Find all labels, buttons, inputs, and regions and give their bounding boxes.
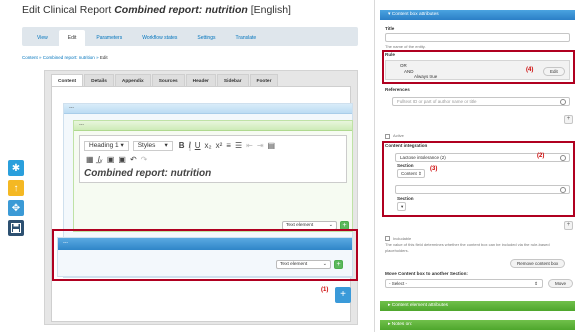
tab-workflow-states[interactable]: Workflow states xyxy=(133,30,186,46)
title-input[interactable] xyxy=(385,33,570,42)
bullet-list-icon[interactable]: ☰ xyxy=(235,141,242,151)
rich-text-editor[interactable]: Heading 1 ▾ Styles ▾ B I U x₂ x² ≡ ☰ ⇤ ⇥… xyxy=(79,135,347,183)
annotation-label-2: (2) xyxy=(537,153,545,159)
remove-format-icon[interactable]: I̲ₓ xyxy=(98,155,103,165)
rules-box: OR AND Always true (4) Edit xyxy=(385,60,570,80)
breadcrumb-current: Edit xyxy=(99,55,108,60)
breadcrumb-link-content[interactable]: Content xyxy=(22,55,38,60)
section-label-2: Section xyxy=(397,196,414,201)
redo-icon[interactable]: ↷ xyxy=(141,155,148,165)
underline-icon[interactable]: U xyxy=(195,141,201,151)
paste-word-icon[interactable]: ▣ xyxy=(118,155,126,165)
edit-rule-button[interactable]: Edit xyxy=(543,67,565,76)
add-element-button[interactable]: + xyxy=(334,260,343,269)
title-label: Title xyxy=(385,26,395,31)
tab-view[interactable]: View xyxy=(28,30,57,46)
rule-always-true: Always true xyxy=(414,74,438,79)
add-integration-button[interactable]: + xyxy=(564,221,573,230)
section-select[interactable]: Content ⇕ xyxy=(397,169,425,178)
horizontal-rule-icon[interactable]: ▤ xyxy=(268,141,276,151)
styles-dropdown[interactable]: Styles ▾ xyxy=(132,141,173,151)
move-section-select[interactable]: - Select - ⇕ xyxy=(385,279,543,288)
new-content-box-header[interactable]: --- xyxy=(58,238,352,250)
references-label: References xyxy=(385,87,410,92)
subscript-icon[interactable]: x₂ xyxy=(205,141,212,151)
element-type-select[interactable]: Text element ⌄ xyxy=(276,260,331,269)
undo-icon[interactable]: ↶ xyxy=(130,155,137,165)
references-input[interactable]: Fulltext ID or part of author name or ti… xyxy=(392,97,570,106)
content-element[interactable]: --- Heading 1 ▾ Styles ▾ B I U x₂ x² ≡ ☰… xyxy=(73,120,353,232)
save-icon[interactable] xyxy=(8,220,24,236)
breadcrumb: Content » Combined report: nutrition » E… xyxy=(22,55,108,60)
content-element-attributes-header[interactable]: ▸ Content element attributes xyxy=(380,301,575,311)
editor-toolbar: ✱ ↑ ✥ xyxy=(8,160,25,240)
tab-parameters[interactable]: Parameters xyxy=(87,30,131,46)
add-content-box-button[interactable]: + xyxy=(335,287,351,303)
settings-gear-icon[interactable]: ✱ xyxy=(8,160,24,176)
rte-toolbar: Heading 1 ▾ Styles ▾ B I U x₂ x² ≡ ☰ ⇤ ⇥… xyxy=(84,140,342,152)
annotation-label-1: (1) xyxy=(321,287,329,293)
active-label: Active xyxy=(393,133,404,138)
indent-icon[interactable]: ⇥ xyxy=(257,141,264,151)
primary-tabs: View Edit Parameters Workflow states Set… xyxy=(22,27,358,46)
outdent-icon[interactable]: ⇤ xyxy=(246,141,253,151)
add-element-row: Text element ⌄ + xyxy=(276,260,343,269)
add-reference-button[interactable]: + xyxy=(564,115,573,124)
rte-content[interactable]: Combined report: nutrition xyxy=(84,168,342,179)
page-title: Edit Clinical Report Combined report: nu… xyxy=(22,4,291,16)
content-integration-label: Content integration xyxy=(385,143,428,148)
remove-content-box-button[interactable]: Remove content box xyxy=(510,259,566,268)
active-checkbox[interactable] xyxy=(385,134,390,139)
section-label: Section xyxy=(397,163,414,168)
autocomplete-icon xyxy=(560,99,566,105)
section-body: --- --- Heading 1 ▾ Styles ▾ B I U x₂ x²… xyxy=(51,86,353,322)
new-content-box[interactable]: --- Text element ⌄ + xyxy=(57,237,353,277)
format-dropdown[interactable]: Heading 1 ▾ xyxy=(84,141,129,151)
title-description: The name of the entity. xyxy=(385,44,426,49)
content-integration-input-2[interactable] xyxy=(395,185,570,194)
notes-header[interactable]: ▸ Notes on: xyxy=(380,320,575,330)
move-arrows-icon[interactable]: ✥ xyxy=(8,200,24,216)
content-box-header[interactable]: --- xyxy=(64,104,352,114)
includable-description: The value of this field determines wheth… xyxy=(385,242,550,253)
superscript-icon[interactable]: x² xyxy=(216,141,223,151)
tab-translate[interactable]: Translate xyxy=(227,30,266,46)
annotation-label-4: (4) xyxy=(526,67,534,73)
move-label: Move Content box to another Section: xyxy=(385,271,468,276)
table-icon[interactable]: ▦ xyxy=(86,155,94,165)
autocomplete-icon xyxy=(560,155,566,161)
rule-and: AND xyxy=(404,69,414,74)
rule-label: Rule xyxy=(385,52,395,57)
move-button[interactable]: Move xyxy=(548,279,574,288)
content-element-header[interactable]: --- xyxy=(74,121,352,131)
breadcrumb-link-report[interactable]: Combined report: nutrition xyxy=(43,55,95,60)
autocomplete-icon xyxy=(560,187,566,193)
tab-settings[interactable]: Settings xyxy=(188,30,224,46)
paste-text-icon[interactable]: ▣ xyxy=(107,155,115,165)
editor-panel: Content Details Appendix Sources Header … xyxy=(44,70,358,325)
tab-edit[interactable]: Edit xyxy=(58,30,86,46)
move-up-icon[interactable]: ↑ xyxy=(8,180,24,196)
rule-or: OR xyxy=(400,63,407,68)
rte-toolbar-2: ▦ I̲ₓ ▣ ▣ ↶ ↷ xyxy=(84,154,342,166)
includable-checkbox[interactable] xyxy=(385,236,390,241)
content-box-attributes-header[interactable]: ▾ Content box attributes xyxy=(380,10,575,20)
attributes-panel: ▾ Content box attributes Title The name … xyxy=(374,0,579,332)
annotation-label-3: (3) xyxy=(430,166,438,172)
italic-icon[interactable]: I xyxy=(188,141,191,151)
section-select-2[interactable]: ▾ xyxy=(397,202,406,211)
includable-label: Includable xyxy=(393,236,412,241)
numbered-list-icon[interactable]: ≡ xyxy=(226,141,231,151)
bold-icon[interactable]: B xyxy=(179,141,185,151)
